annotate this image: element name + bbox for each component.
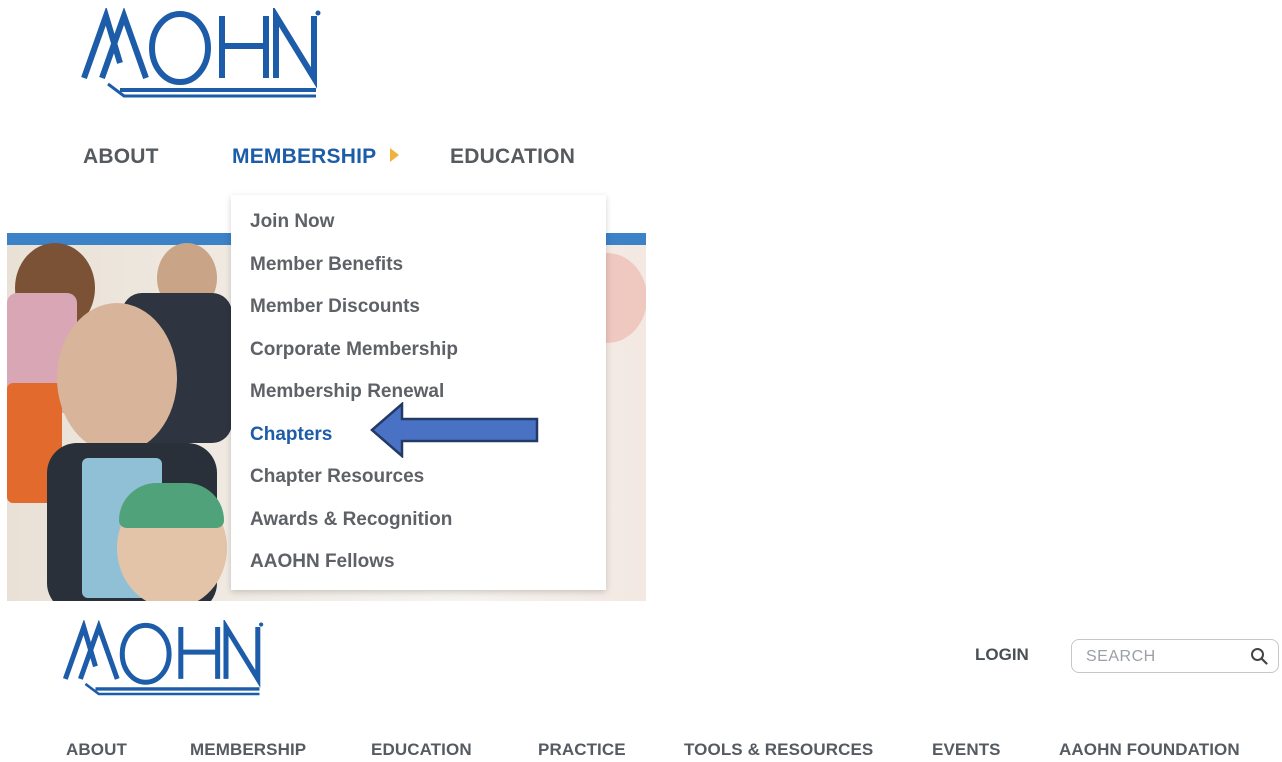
main-nav-membership[interactable]: MEMBERSHIP [190, 740, 306, 760]
menu-item-chapters[interactable]: Chapters [250, 424, 332, 446]
aaohn-logo[interactable] [80, 8, 325, 98]
person-photo [119, 483, 224, 528]
menu-item-member-benefits[interactable]: Member Benefits [250, 254, 403, 276]
menu-item-aaohn-fellows[interactable]: AAOHN Fellows [250, 551, 395, 573]
main-nav-practice[interactable]: PRACTICE [538, 740, 626, 760]
menu-item-chapter-resources[interactable]: Chapter Resources [250, 466, 424, 488]
caret-right-icon [390, 148, 400, 163]
top-nav-about[interactable]: ABOUT [83, 145, 159, 169]
aaohn-logo-mark [81, 8, 321, 98]
left-arrow-icon [370, 402, 539, 458]
top-nav: ABOUT MEMBERSHIP EDUCATION [0, 145, 700, 185]
main-nav: ABOUT MEMBERSHIP EDUCATION PRACTICE TOOL… [0, 740, 1282, 762]
top-nav-education[interactable]: EDUCATION [450, 145, 575, 169]
main-nav-education[interactable]: EDUCATION [371, 740, 472, 760]
login-link[interactable]: LOGIN [975, 645, 1029, 665]
main-nav-tools-resources[interactable]: TOOLS & RESOURCES [684, 740, 873, 760]
aaohn-logo[interactable] [62, 620, 267, 696]
menu-item-awards-recognition[interactable]: Awards & Recognition [250, 509, 452, 531]
menu-item-join-now[interactable]: Join Now [250, 211, 334, 233]
menu-item-membership-renewal[interactable]: Membership Renewal [250, 381, 444, 403]
search-icon[interactable] [1250, 647, 1268, 665]
main-nav-events[interactable]: EVENTS [932, 740, 1001, 760]
membership-dropdown-menu: Join Now Member Benefits Member Discount… [231, 195, 606, 590]
search-input[interactable] [1084, 645, 1238, 669]
main-nav-about[interactable]: ABOUT [66, 740, 127, 760]
search-box [1071, 639, 1279, 673]
top-nav-membership-label: MEMBERSHIP [232, 145, 377, 168]
top-nav-membership[interactable]: MEMBERSHIP [232, 145, 400, 169]
menu-item-corporate-membership[interactable]: Corporate Membership [250, 339, 458, 361]
main-nav-aaohn-foundation[interactable]: AAOHN FOUNDATION [1059, 740, 1240, 760]
person-photo [57, 303, 177, 453]
menu-item-member-discounts[interactable]: Member Discounts [250, 296, 420, 318]
aaohn-logo-mark [62, 620, 264, 696]
